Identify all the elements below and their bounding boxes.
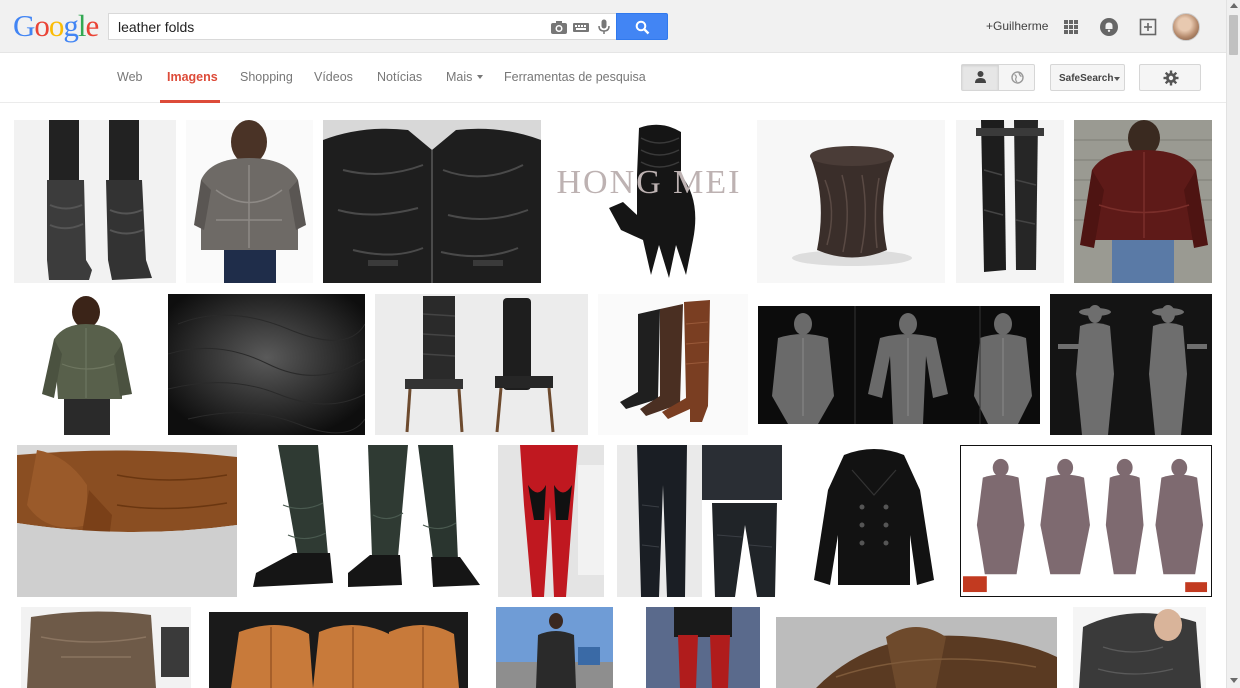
image-result-leather-chairs[interactable]	[375, 294, 588, 435]
image-result-black-double-jacket[interactable]	[802, 445, 947, 597]
logo-letter: o	[48, 8, 64, 43]
settings-button[interactable]	[1139, 64, 1201, 91]
chevron-down-icon	[1114, 77, 1120, 81]
image-result-brown-belt[interactable]	[17, 445, 237, 597]
thumbnail-image	[776, 617, 1057, 688]
tab-videos[interactable]: Vídeos	[314, 70, 353, 84]
thumbnail-image	[21, 607, 191, 688]
image-result-jacket-back[interactable]	[186, 120, 313, 283]
image-result-leather-stool[interactable]	[757, 120, 945, 283]
person-icon	[975, 71, 986, 83]
image-result-leather-texture[interactable]	[168, 294, 365, 435]
thumbnail-image: HONG MEI	[551, 120, 747, 283]
thumbnail-image	[186, 120, 313, 283]
image-result-red-boots[interactable]	[646, 607, 760, 688]
logo-letter: G	[13, 8, 35, 43]
image-result-brown-boots[interactable]	[598, 294, 748, 435]
thumbnail-image	[168, 294, 365, 435]
tab-more-label: Mais	[446, 70, 473, 84]
image-result-leather-pants-detail[interactable]	[617, 445, 787, 597]
thumbnail-image	[757, 120, 945, 283]
thumbnail-image	[1050, 294, 1212, 435]
thumbnail-image	[375, 294, 588, 435]
image-result-3d-character-models[interactable]	[758, 306, 1040, 424]
page-scrollbar[interactable]	[1226, 0, 1240, 688]
thumbnail-image	[802, 445, 947, 597]
thumbnail-image	[248, 445, 486, 597]
scroll-down-arrow-icon[interactable]	[1230, 678, 1238, 683]
thumbnail-image	[323, 120, 541, 283]
scroll-up-arrow-icon[interactable]	[1230, 3, 1238, 8]
thumbnail-image	[956, 120, 1064, 283]
thumbnail-image	[478, 607, 631, 688]
thumbnail-image	[617, 445, 787, 597]
keyboard-icon[interactable]	[572, 19, 590, 35]
microphone-icon[interactable]	[595, 19, 613, 35]
active-tab-indicator	[160, 100, 220, 103]
image-result-gloves[interactable]: HONG MEI	[551, 120, 747, 283]
image-result-jeans-boots[interactable]	[248, 445, 486, 597]
personal-results-toggle	[961, 64, 1035, 91]
image-result-cowboy-models[interactable]	[1050, 294, 1212, 435]
avatar[interactable]	[1172, 13, 1200, 41]
image-result-brown-jacket[interactable]	[1074, 120, 1212, 283]
gear-icon	[1163, 70, 1179, 86]
image-result-3d-armor-models[interactable]	[960, 445, 1212, 597]
image-result-woman-outdoors[interactable]	[478, 607, 631, 688]
image-result-tall-boots[interactable]	[956, 120, 1064, 283]
thumbnail-image	[498, 445, 604, 597]
safesearch-dropdown[interactable]: SafeSearch	[1050, 64, 1125, 91]
safesearch-label: SafeSearch	[1059, 73, 1114, 84]
logo-letter: g	[63, 8, 78, 43]
thumbnail-image	[209, 612, 468, 688]
tab-search-tools[interactable]: Ferramentas de pesquisa	[504, 70, 646, 84]
search-icon	[635, 20, 650, 35]
image-result-brown-leather-bag[interactable]	[776, 617, 1057, 688]
thumbnail-image	[1073, 607, 1206, 688]
logo-letter: l	[77, 8, 87, 43]
thumbnail-image	[14, 294, 158, 435]
share-plus-icon[interactable]	[1137, 16, 1159, 38]
search-button[interactable]	[616, 13, 668, 40]
search-input[interactable]: leather folds	[108, 13, 617, 40]
personal-results-button[interactable]	[962, 65, 999, 90]
camera-icon[interactable]	[550, 19, 568, 35]
user-profile-link[interactable]: +Guilherme	[986, 19, 1048, 33]
image-result-red-leather-pants[interactable]	[498, 445, 604, 597]
tab-shopping[interactable]: Shopping	[240, 70, 293, 84]
tab-images[interactable]: Imagens	[167, 70, 218, 84]
search-query-text[interactable]: leather folds	[118, 19, 194, 35]
image-result-boots-black[interactable]	[14, 120, 176, 283]
image-result-leather-jacket-flat[interactable]	[323, 120, 541, 283]
globe-icon	[1011, 71, 1024, 84]
chevron-down-icon	[477, 75, 484, 79]
watermark-text: HONG MEI	[556, 164, 741, 201]
tab-web[interactable]: Web	[117, 70, 142, 84]
apps-grid-icon[interactable]	[1060, 16, 1082, 38]
image-result-green-jacket-model[interactable]	[14, 294, 158, 435]
global-results-button[interactable]	[999, 65, 1036, 90]
thumbnail-image	[598, 294, 748, 435]
thumbnail-image	[646, 607, 760, 688]
thumbnail-image	[1074, 120, 1212, 283]
scrollbar-thumb[interactable]	[1229, 15, 1238, 55]
thumbnail-image	[961, 446, 1211, 596]
search-tabs-bar: Web Imagens Shopping Vídeos Notícias Mai…	[0, 53, 1226, 103]
top-bar: Google leather folds +Guilherme	[0, 0, 1226, 53]
image-result-leather-bag[interactable]	[21, 607, 191, 688]
thumbnail-image	[758, 306, 1040, 424]
logo-letter: e	[85, 8, 100, 43]
logo-letter: o	[34, 8, 49, 43]
tab-more[interactable]: Mais	[446, 70, 484, 84]
thumbnail-image	[14, 120, 176, 283]
tab-news[interactable]: Notícias	[377, 70, 422, 84]
google-logo[interactable]: Google	[13, 8, 100, 43]
thumbnail-image	[17, 445, 237, 597]
notifications-icon[interactable]	[1098, 16, 1120, 38]
image-result-grey-jacket[interactable]	[1073, 607, 1206, 688]
image-result-orange-3d-jackets[interactable]	[209, 612, 468, 688]
